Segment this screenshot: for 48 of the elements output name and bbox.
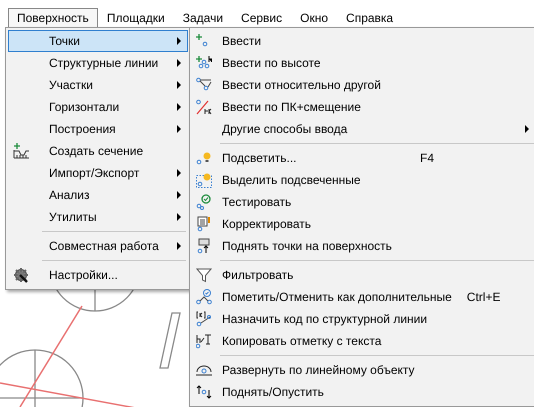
menu-item[interactable]: Фильтровать (192, 264, 534, 286)
menu-bar-item[interactable]: Справка (337, 8, 402, 28)
menu-item[interactable]: Анализ (8, 184, 188, 206)
menu-item[interactable]: Пометить/Отменить как дополнительные Ctrl+E (192, 286, 534, 308)
up-down-arrows-icon (196, 384, 212, 400)
menu-item[interactable]: Импорт/Экспорт (8, 162, 188, 184)
menu-item[interactable]: Построения (8, 118, 188, 140)
settings-icon (13, 267, 29, 283)
menu-item[interactable]: Поднять/Опустить (192, 381, 534, 403)
menu-bar-item[interactable]: Окно (291, 8, 338, 28)
menu-item[interactable]: Совместная работа (8, 235, 188, 257)
menu-bar-item[interactable]: Сервис (232, 8, 292, 28)
menu-item[interactable]: Развернуть по линейному объекту (192, 359, 534, 381)
menu-item[interactable]: Выделить подсвеченные (192, 169, 534, 191)
menu-bar-item[interactable]: Задачи (174, 8, 232, 28)
menu-item[interactable]: Назначить код по структурной линии (192, 308, 534, 330)
light-bulb-icon (196, 150, 212, 166)
menu-item[interactable]: Тестировать (192, 191, 534, 213)
raise-point-icon (196, 238, 212, 254)
mark-point-icon (196, 289, 212, 305)
menu-bar-item[interactable]: Поверхность (8, 8, 98, 28)
points-add-icon (196, 55, 212, 71)
menu-item[interactable]: Ввести по высоте (192, 52, 534, 74)
menu-item[interactable]: Участки (8, 74, 188, 96)
edit-list-icon (196, 216, 212, 232)
menu-item[interactable]: Ввести (192, 30, 534, 52)
menu-item[interactable]: Поднять точки на поверхность (192, 235, 534, 257)
shortcut-label: Ctrl+E (466, 290, 500, 304)
menu-item[interactable]: Утилиты (8, 206, 188, 228)
menu-item[interactable]: Структурные линии (8, 52, 188, 74)
menu-item[interactable]: Точки (8, 30, 188, 52)
menu-item[interactable]: Другие способы ввода (192, 118, 534, 140)
menu-item[interactable]: Копировать отметку с текста (192, 330, 534, 352)
section-profile-icon (13, 143, 29, 159)
light-bulb-selection-icon (196, 172, 212, 188)
menu-item[interactable]: Подсветить... F4 (192, 147, 534, 169)
menu-item[interactable]: Настройки... (8, 264, 188, 286)
menu-bar-item[interactable]: Площадки (98, 8, 174, 28)
code-line-icon (196, 311, 212, 327)
menu-item[interactable]: Ввести относительно другой (192, 74, 534, 96)
shortcut-label: F4 (420, 151, 434, 165)
menu-item[interactable]: Корректировать (192, 213, 534, 235)
menu-item[interactable]: Ввести по ПК+смещение (192, 96, 534, 118)
check-circle-icon (196, 194, 212, 210)
menu-item[interactable]: Создать сечение (8, 140, 188, 162)
menu-item[interactable]: Горизонтали (8, 96, 188, 118)
point-relative-icon (196, 77, 212, 93)
filter-icon (196, 267, 212, 283)
